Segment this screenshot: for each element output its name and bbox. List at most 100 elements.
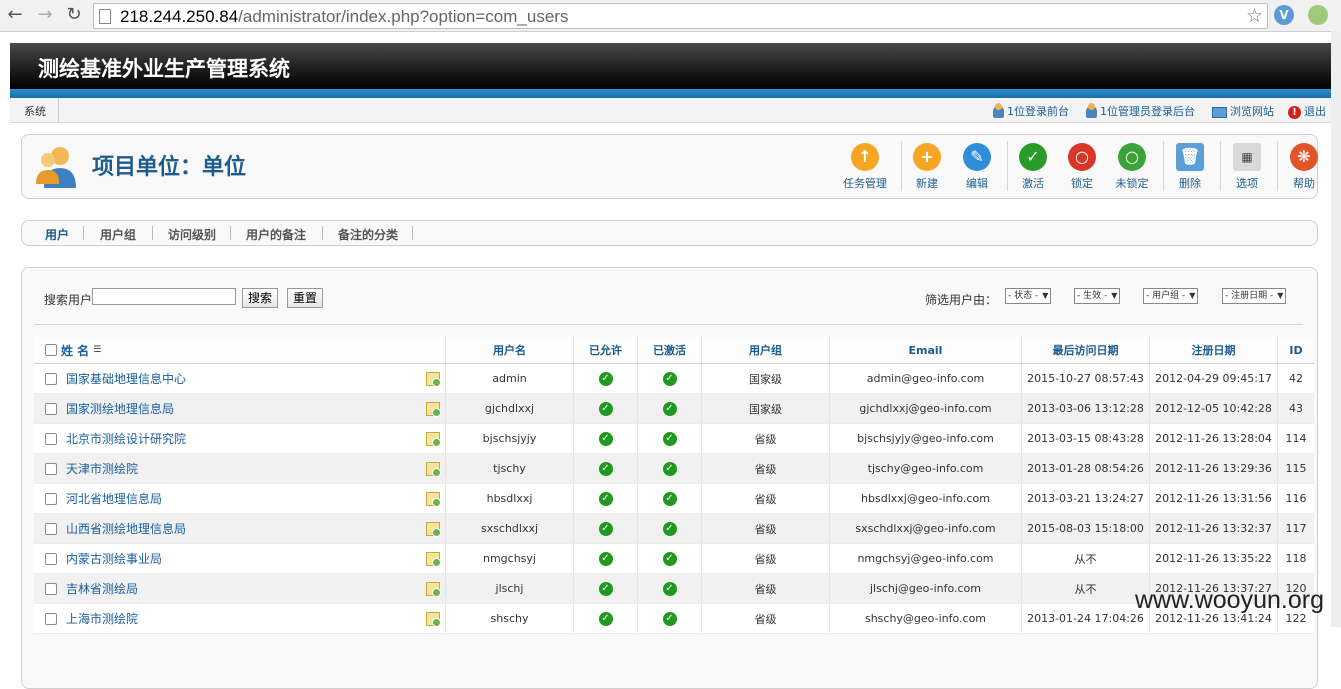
add-note-icon[interactable] xyxy=(426,491,441,507)
delete-label: 删除 xyxy=(1179,177,1201,190)
bookmark-star-icon[interactable]: ☆ xyxy=(1246,5,1263,27)
column-username[interactable]: 用户名 xyxy=(446,337,574,363)
user-name-link[interactable]: 河北省地理信息局 xyxy=(66,490,162,507)
activated-check-icon[interactable]: ✓ xyxy=(662,581,677,596)
logout-link[interactable]: ! 退出 xyxy=(1288,103,1326,119)
group-cell: 省级 xyxy=(702,604,830,633)
column-enabled[interactable]: 已允许 xyxy=(574,337,638,363)
add-note-icon[interactable] xyxy=(426,551,441,567)
scrollbar[interactable] xyxy=(1331,31,1341,627)
activated-check-icon[interactable]: ✓ xyxy=(662,521,677,536)
menu-system[interactable]: 系统 xyxy=(24,103,46,119)
back-icon[interactable]: ← xyxy=(5,4,25,26)
search-input[interactable] xyxy=(92,288,236,305)
active-filter-value: - 生效 - xyxy=(1077,291,1108,301)
user-name-link[interactable]: 山西省测绘地理信息局 xyxy=(66,520,186,537)
row-checkbox[interactable] xyxy=(45,612,57,625)
column-registered[interactable]: 注册日期 xyxy=(1150,337,1278,363)
task-manage-button[interactable]: ↑ 任务管理 xyxy=(837,143,893,191)
extension-icon[interactable]: V xyxy=(1274,5,1294,25)
user-name-link[interactable]: 北京市测绘设计研究院 xyxy=(66,430,186,447)
row-checkbox[interactable] xyxy=(45,372,57,385)
reset-button[interactable]: 重置 xyxy=(287,288,324,308)
add-note-icon[interactable] xyxy=(426,431,441,447)
edit-button[interactable]: ✎ 编辑 xyxy=(949,143,1005,191)
id-cell: 43 xyxy=(1289,402,1303,415)
add-note-icon[interactable] xyxy=(426,401,441,417)
address-bar[interactable]: 218.244.250.84/administrator/index.php?o… xyxy=(93,3,1268,29)
activated-check-icon[interactable]: ✓ xyxy=(662,491,677,506)
lifebuoy-icon: ❋ xyxy=(1290,143,1318,171)
enabled-check-icon[interactable]: ✓ xyxy=(598,521,613,536)
help-button[interactable]: ❋ 帮助 xyxy=(1276,143,1332,191)
tab-user-notes[interactable]: 用户的备注 xyxy=(246,226,306,243)
tab-access-levels[interactable]: 访问级别 xyxy=(168,226,216,243)
add-note-icon[interactable] xyxy=(426,611,441,627)
activated-check-icon[interactable]: ✓ xyxy=(662,371,677,386)
enabled-check-icon[interactable]: ✓ xyxy=(598,581,613,596)
activated-cell: ✓ xyxy=(638,484,702,513)
user-name-link[interactable]: 天津市测绘院 xyxy=(66,460,138,477)
activated-check-icon[interactable]: ✓ xyxy=(662,401,677,416)
group-cell: 省级 xyxy=(702,484,830,513)
search-button[interactable]: 搜索 xyxy=(242,288,279,308)
user-name-link[interactable]: 国家测绘地理信息局 xyxy=(66,400,174,417)
extension-green-icon[interactable] xyxy=(1308,5,1328,25)
enabled-check-icon[interactable]: ✓ xyxy=(598,371,613,386)
column-email[interactable]: Email xyxy=(830,337,1022,363)
options-button[interactable]: ▦ 选项 xyxy=(1219,143,1275,191)
lock-button[interactable]: ○ 锁定 xyxy=(1054,143,1110,191)
view-site-link[interactable]: 浏览网站 xyxy=(1212,103,1274,119)
forward-icon[interactable]: → xyxy=(35,4,55,26)
activated-check-icon[interactable]: ✓ xyxy=(662,431,677,446)
active-filter-select[interactable]: - 生效 - ▼ xyxy=(1074,288,1121,304)
activated-check-icon[interactable]: ✓ xyxy=(662,461,677,476)
column-id[interactable]: ID xyxy=(1278,337,1314,363)
row-checkbox[interactable] xyxy=(45,552,57,565)
row-checkbox[interactable] xyxy=(45,522,57,535)
backend-admins-link[interactable]: 1位管理员登录后台 xyxy=(1086,103,1195,119)
row-checkbox[interactable] xyxy=(45,582,57,595)
address-url[interactable]: 218.244.250.84/administrator/index.php?o… xyxy=(120,7,568,27)
add-note-icon[interactable] xyxy=(426,521,441,537)
user-name-link[interactable]: 吉林省测绘局 xyxy=(66,580,138,597)
reload-icon[interactable]: ↻ xyxy=(64,4,84,26)
activated-check-icon[interactable]: ✓ xyxy=(662,611,677,626)
new-button[interactable]: + 新建 xyxy=(899,143,955,191)
enabled-check-icon[interactable]: ✓ xyxy=(598,431,613,446)
user-name-link[interactable]: 内蒙古测绘事业局 xyxy=(66,550,162,567)
enabled-check-icon[interactable]: ✓ xyxy=(598,491,613,506)
last-visit-cell: 从不 xyxy=(1022,544,1150,573)
user-name-link[interactable]: 上海市测绘院 xyxy=(66,610,138,627)
column-activated[interactable]: 已激活 xyxy=(638,337,702,363)
tab-note-categories[interactable]: 备注的分类 xyxy=(338,226,398,243)
select-all-checkbox[interactable] xyxy=(45,344,57,356)
tab-users[interactable]: 用户 xyxy=(45,226,69,243)
enabled-check-icon[interactable]: ✓ xyxy=(598,611,613,626)
row-checkbox[interactable] xyxy=(45,402,57,415)
add-note-icon[interactable] xyxy=(426,371,441,387)
unlock-button[interactable]: ○ 未锁定 xyxy=(1104,143,1160,191)
date-filter-select[interactable]: - 注册日期 - ▼ xyxy=(1222,288,1287,304)
activate-button[interactable]: ✓ 激活 xyxy=(1005,143,1061,191)
frontend-users-link[interactable]: 1位登录前台 xyxy=(993,103,1069,119)
enabled-check-icon[interactable]: ✓ xyxy=(598,461,613,476)
user-name-link[interactable]: 国家基础地理信息中心 xyxy=(66,370,186,387)
new-label: 新建 xyxy=(916,177,938,190)
row-checkbox[interactable] xyxy=(45,432,57,445)
enabled-check-icon[interactable]: ✓ xyxy=(598,401,613,416)
column-name[interactable]: 姓 名 ☰ xyxy=(34,337,446,363)
row-checkbox[interactable] xyxy=(45,492,57,505)
enabled-check-icon[interactable]: ✓ xyxy=(598,551,613,566)
group-filter-select[interactable]: - 用户组 - ▼ xyxy=(1143,288,1199,304)
delete-button[interactable]: 🗑 删除 xyxy=(1162,143,1218,191)
trash-icon: 🗑 xyxy=(1176,143,1204,171)
user-name-cell: 内蒙古测绘事业局 xyxy=(34,544,446,573)
activated-check-icon[interactable]: ✓ xyxy=(662,551,677,566)
tab-user-groups[interactable]: 用户组 xyxy=(100,226,136,243)
add-note-icon[interactable] xyxy=(426,581,441,597)
row-checkbox[interactable] xyxy=(45,462,57,475)
add-note-icon[interactable] xyxy=(426,461,441,477)
state-filter-select[interactable]: - 状态 - ▼ xyxy=(1005,288,1052,304)
column-last-visit[interactable]: 最后访问日期 xyxy=(1022,337,1150,363)
